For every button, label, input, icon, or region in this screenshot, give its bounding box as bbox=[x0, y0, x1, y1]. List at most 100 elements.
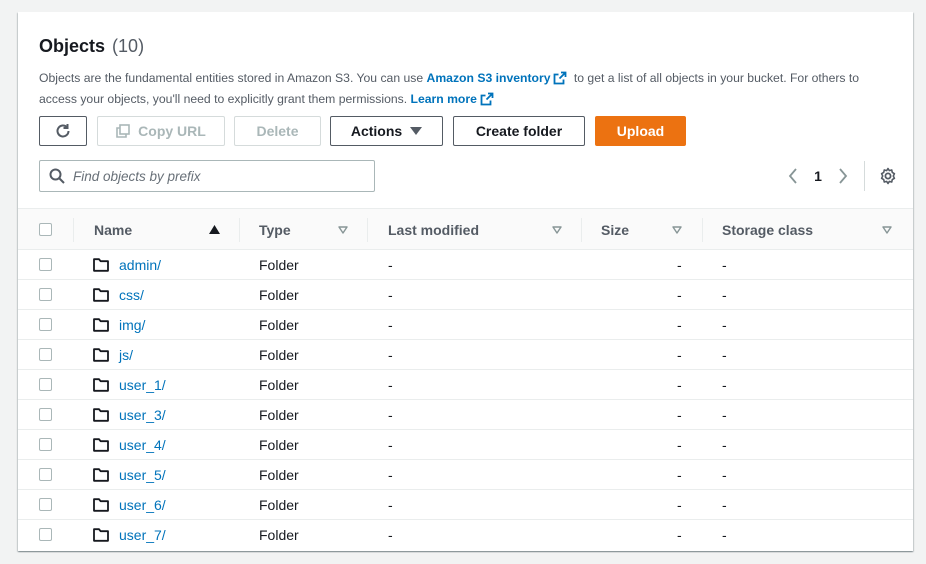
object-last-modified: - bbox=[388, 497, 393, 513]
delete-label: Delete bbox=[256, 123, 299, 139]
object-storage-class: - bbox=[722, 527, 727, 543]
folder-icon bbox=[93, 258, 109, 272]
table-row[interactable]: css/ Folder - - - bbox=[18, 280, 913, 310]
page-title: Objects (10) bbox=[39, 36, 144, 57]
object-last-modified: - bbox=[388, 287, 393, 303]
row-checkbox[interactable] bbox=[39, 318, 52, 331]
sort-icon[interactable] bbox=[882, 226, 892, 234]
create-folder-button[interactable]: Create folder bbox=[453, 116, 585, 146]
object-type: Folder bbox=[259, 317, 299, 333]
refresh-button[interactable] bbox=[39, 116, 87, 146]
object-last-modified: - bbox=[388, 437, 393, 453]
sort-icon[interactable] bbox=[672, 226, 682, 234]
gear-icon bbox=[880, 167, 896, 185]
object-storage-class: - bbox=[722, 347, 727, 363]
table-body: admin/ Folder - - - css/ Folder - - - im… bbox=[18, 250, 913, 550]
column-header-size[interactable]: Size bbox=[601, 209, 629, 251]
object-storage-class: - bbox=[722, 497, 727, 513]
external-link-icon[interactable] bbox=[553, 71, 567, 85]
object-size: - bbox=[677, 527, 682, 543]
object-size: - bbox=[677, 317, 682, 333]
row-checkbox[interactable] bbox=[39, 288, 52, 301]
table-row[interactable]: user_3/ Folder - - - bbox=[18, 400, 913, 430]
table-header: Name Type Last modified Size Storage cla… bbox=[18, 208, 913, 250]
select-all-checkbox[interactable] bbox=[39, 223, 52, 236]
object-storage-class: - bbox=[722, 467, 727, 483]
column-header-last-modified[interactable]: Last modified bbox=[388, 209, 479, 251]
row-checkbox[interactable] bbox=[39, 378, 52, 391]
row-checkbox[interactable] bbox=[39, 348, 52, 361]
object-name-link[interactable]: user_4/ bbox=[119, 437, 166, 453]
object-name-link[interactable]: img/ bbox=[119, 317, 145, 333]
column-header-name[interactable]: Name bbox=[94, 209, 132, 251]
previous-page-button[interactable] bbox=[778, 161, 808, 191]
table-row[interactable]: admin/ Folder - - - bbox=[18, 250, 913, 280]
object-storage-class: - bbox=[722, 437, 727, 453]
actions-dropdown[interactable]: Actions bbox=[330, 116, 443, 146]
external-link-icon[interactable] bbox=[480, 92, 494, 106]
table-row[interactable]: js/ Folder - - - bbox=[18, 340, 913, 370]
row-checkbox[interactable] bbox=[39, 468, 52, 481]
object-name-link[interactable]: user_6/ bbox=[119, 497, 166, 513]
object-last-modified: - bbox=[388, 347, 393, 363]
pagination: 1 bbox=[778, 160, 913, 192]
table-row[interactable]: img/ Folder - - - bbox=[18, 310, 913, 340]
object-type: Folder bbox=[259, 377, 299, 393]
delete-button[interactable]: Delete bbox=[234, 116, 321, 146]
object-last-modified: - bbox=[388, 527, 393, 543]
row-checkbox[interactable] bbox=[39, 258, 52, 271]
row-checkbox[interactable] bbox=[39, 498, 52, 511]
upload-label: Upload bbox=[616, 123, 665, 139]
copy-icon bbox=[116, 124, 130, 138]
column-header-storage-class[interactable]: Storage class bbox=[722, 209, 813, 251]
object-name-link[interactable]: css/ bbox=[119, 287, 144, 303]
column-divider bbox=[367, 218, 368, 242]
object-storage-class: - bbox=[722, 287, 727, 303]
table-row[interactable]: user_5/ Folder - - - bbox=[18, 460, 913, 490]
row-checkbox[interactable] bbox=[39, 438, 52, 451]
table-row[interactable]: user_1/ Folder - - - bbox=[18, 370, 913, 400]
upload-button[interactable]: Upload bbox=[595, 116, 686, 146]
chevron-left-icon bbox=[788, 168, 797, 184]
object-name-link[interactable]: user_3/ bbox=[119, 407, 166, 423]
object-last-modified: - bbox=[388, 467, 393, 483]
table-row[interactable]: user_4/ Folder - - - bbox=[18, 430, 913, 460]
object-size: - bbox=[677, 347, 682, 363]
object-last-modified: - bbox=[388, 407, 393, 423]
objects-count: (10) bbox=[112, 36, 145, 56]
objects-panel: Objects (10) Objects are the fundamental… bbox=[18, 12, 913, 551]
object-name-link[interactable]: user_7/ bbox=[119, 527, 166, 543]
object-storage-class: - bbox=[722, 407, 727, 423]
object-name-link[interactable]: user_5/ bbox=[119, 467, 166, 483]
column-header-type[interactable]: Type bbox=[259, 209, 291, 251]
object-size: - bbox=[677, 467, 682, 483]
copy-url-label: Copy URL bbox=[138, 123, 206, 139]
row-checkbox[interactable] bbox=[39, 408, 52, 421]
next-page-button[interactable] bbox=[828, 161, 858, 191]
sort-icon[interactable] bbox=[338, 226, 348, 234]
folder-icon bbox=[93, 498, 109, 512]
folder-icon bbox=[93, 288, 109, 302]
sort-ascending-icon[interactable] bbox=[209, 225, 220, 234]
object-name-link[interactable]: admin/ bbox=[119, 257, 161, 273]
column-divider bbox=[73, 218, 74, 242]
table-row[interactable]: user_6/ Folder - - - bbox=[18, 490, 913, 520]
object-last-modified: - bbox=[388, 257, 393, 273]
current-page-number[interactable]: 1 bbox=[808, 168, 828, 184]
object-size: - bbox=[677, 257, 682, 273]
table-row[interactable]: user_7/ Folder - - - bbox=[18, 520, 913, 550]
sort-icon[interactable] bbox=[552, 226, 562, 234]
object-storage-class: - bbox=[722, 377, 727, 393]
object-name-link[interactable]: user_1/ bbox=[119, 377, 166, 393]
object-type: Folder bbox=[259, 257, 299, 273]
copy-url-button[interactable]: Copy URL bbox=[97, 116, 225, 146]
s3-inventory-link[interactable]: Amazon S3 inventory bbox=[427, 71, 551, 85]
caret-down-icon bbox=[410, 127, 423, 135]
object-type: Folder bbox=[259, 407, 299, 423]
search-input[interactable] bbox=[73, 168, 353, 184]
learn-more-link[interactable]: Learn more bbox=[411, 92, 477, 106]
object-name-link[interactable]: js/ bbox=[119, 347, 133, 363]
search-field[interactable] bbox=[39, 160, 375, 192]
preferences-button[interactable] bbox=[873, 161, 913, 191]
row-checkbox[interactable] bbox=[39, 528, 52, 541]
